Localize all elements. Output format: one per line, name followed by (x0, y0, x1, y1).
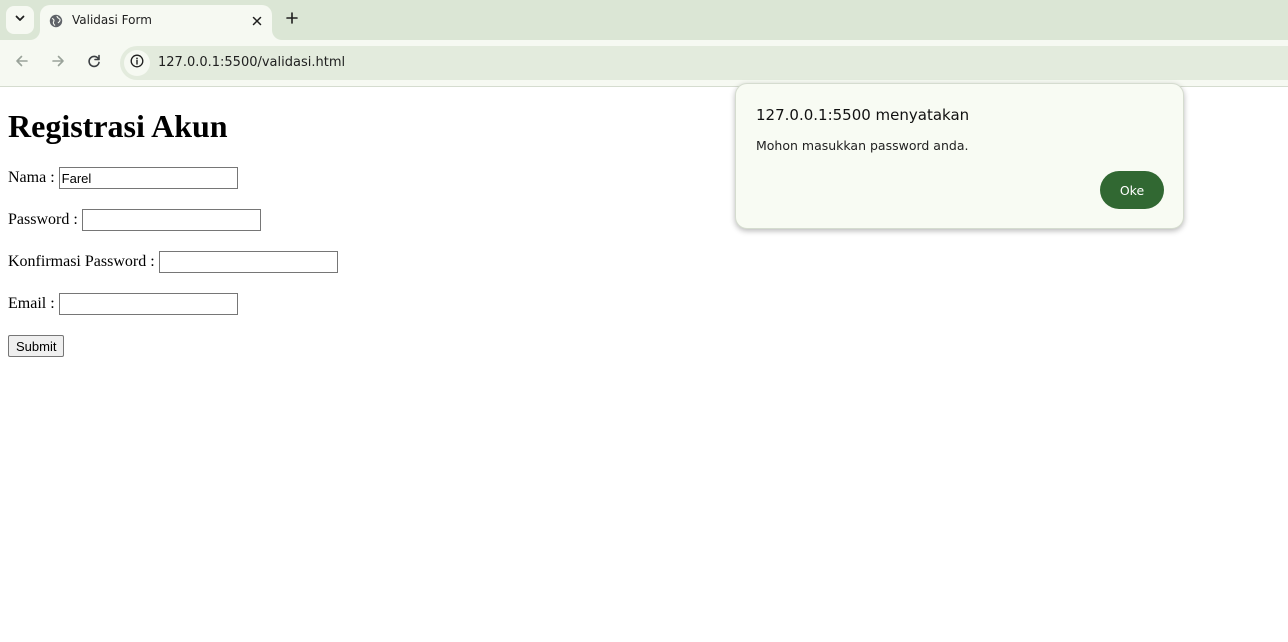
plus-icon (286, 11, 298, 29)
password-row: Password : (8, 209, 261, 231)
globe-icon (49, 14, 63, 28)
info-icon (130, 54, 144, 73)
browser-tab[interactable]: Validasi Form (40, 5, 272, 40)
arrow-right-icon (50, 53, 66, 74)
tab-strip: Validasi Form (0, 0, 1288, 40)
browser-toolbar: 127.0.0.1:5500/validasi.html (0, 40, 1288, 87)
reload-button[interactable] (82, 51, 106, 75)
email-label: Email : (8, 295, 55, 312)
forward-button[interactable] (46, 51, 70, 75)
alert-dialog: 127.0.0.1:5500 menyatakan Mohon masukkan… (735, 83, 1184, 229)
email-row: Email : (8, 293, 238, 315)
back-button[interactable] (10, 51, 34, 75)
nama-label: Nama : (8, 169, 55, 186)
new-tab-button[interactable] (281, 9, 303, 31)
konfirmasi-password-label: Konfirmasi Password : (8, 253, 155, 270)
password-label: Password : (8, 211, 78, 228)
arrow-left-icon (14, 53, 30, 74)
dialog-title: 127.0.0.1:5500 menyatakan (756, 106, 970, 124)
url-text: 127.0.0.1:5500/validasi.html (158, 55, 346, 70)
site-info-button[interactable] (124, 50, 150, 76)
address-bar[interactable]: 127.0.0.1:5500/validasi.html (120, 46, 1288, 80)
konfirmasi-password-row: Konfirmasi Password : (8, 251, 338, 273)
chevron-down-icon (14, 11, 26, 29)
konfirmasi-password-input[interactable] (158, 251, 338, 273)
nama-row: Nama : (8, 167, 238, 189)
password-input[interactable] (81, 209, 261, 231)
reload-icon (86, 53, 102, 74)
dialog-message: Mohon masukkan password anda. (756, 138, 969, 153)
tab-title: Validasi Form (72, 13, 152, 27)
email-input[interactable] (58, 293, 238, 315)
close-icon[interactable] (248, 12, 266, 30)
nama-input[interactable] (58, 167, 238, 189)
submit-button[interactable]: Submit (8, 335, 65, 357)
dialog-ok-button[interactable]: Oke (1100, 171, 1164, 209)
